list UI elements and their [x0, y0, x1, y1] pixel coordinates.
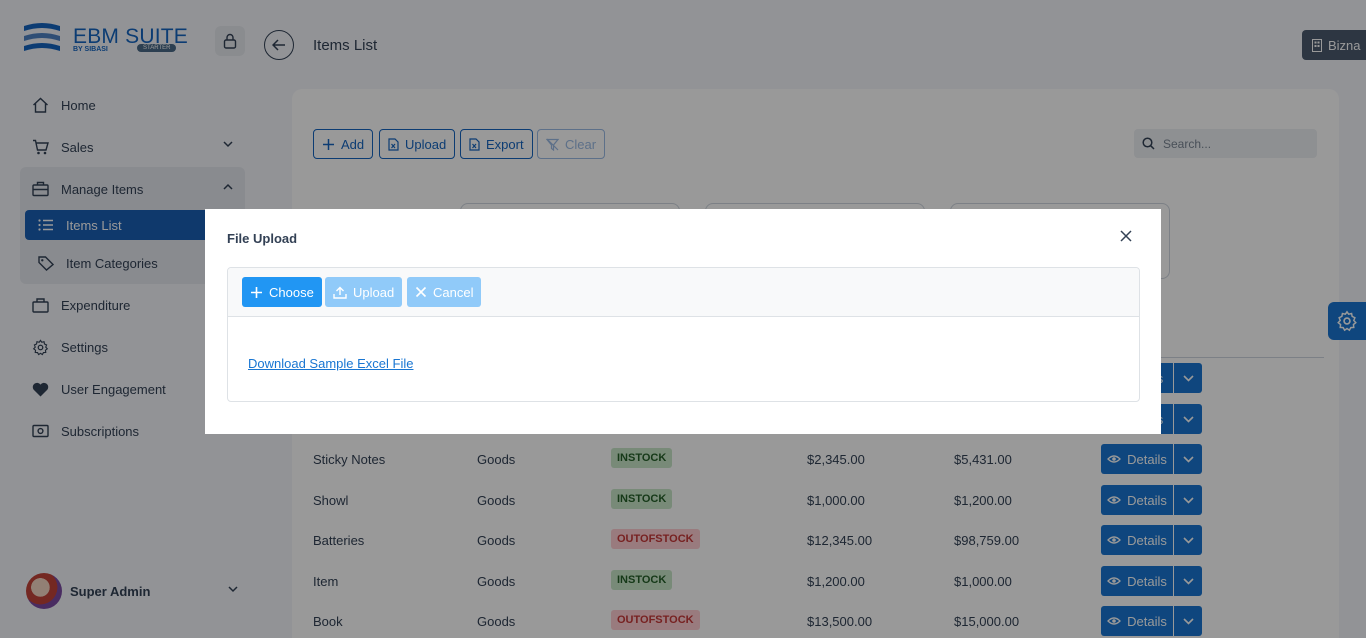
- upload-icon: [333, 286, 347, 299]
- file-upload-dialog: File Upload Choose Upload Cancel Downloa…: [205, 209, 1161, 434]
- cancel-upload-button[interactable]: Cancel: [407, 277, 482, 307]
- file-upload-toolbar: Choose Upload Cancel: [228, 268, 1139, 317]
- upload-file-button[interactable]: Upload: [325, 277, 403, 307]
- close-button[interactable]: [1119, 229, 1135, 245]
- download-sample-link[interactable]: Download Sample Excel File: [248, 356, 413, 371]
- plus-icon: [251, 286, 262, 298]
- choose-button-label: Choose: [269, 284, 314, 300]
- close-icon: [415, 286, 427, 298]
- upload-button-label: Upload: [353, 284, 395, 300]
- cancel-button-label: Cancel: [433, 284, 474, 300]
- close-icon: [1120, 230, 1132, 242]
- choose-file-button[interactable]: Choose: [242, 277, 322, 307]
- file-upload-box: Choose Upload Cancel Download Sample Exc…: [227, 267, 1140, 402]
- dialog-title: File Upload: [227, 231, 298, 246]
